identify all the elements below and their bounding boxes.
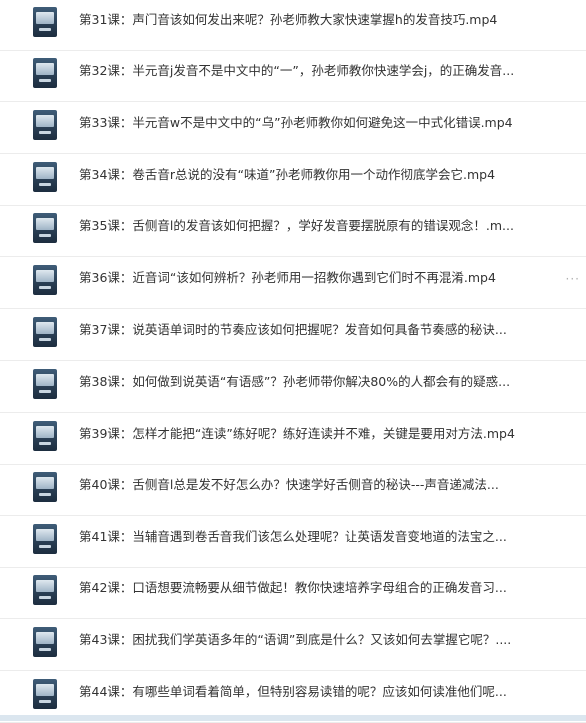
list-item[interactable]: 第34课：卷舌音r总说的没有“味道”孙老师教你用一个动作彻底学会它.mp4: [0, 155, 586, 206]
list-item-title: 第41课：当辅音遇到卷舌音我们该怎么处理呢？让英语发音变地道的法宝之...: [79, 528, 559, 546]
bottom-scroll-edge: [0, 715, 586, 721]
video-thumbnail-icon: [33, 421, 57, 451]
video-thumbnail-icon: [33, 472, 57, 502]
list-item-title: 第36课：近音词“该如何辨析？孙老师用一招教你遇到它们时不再混淆.mp4: [79, 269, 559, 287]
video-thumbnail-icon: [33, 162, 57, 192]
video-thumbnail-icon: [33, 369, 57, 399]
video-thumbnail-icon: [33, 627, 57, 657]
list-item[interactable]: 第38课：如何做到说英语“有语感”？孙老师带你解决80%的人都会有的疑惑...: [0, 362, 586, 413]
list-item[interactable]: 第39课：怎样才能把“连读”练好呢？练好连读并不难，关键是要用对方法.mp4: [0, 414, 586, 465]
list-item-title: 第44课：有哪些单词看着简单，但特别容易读错的呢？应该如何读准他们呢...: [79, 683, 559, 701]
list-item[interactable]: 第40课：舌侧音l总是发不好怎么办？快速学好舌侧音的秘诀---声音递减法...: [0, 465, 586, 516]
video-thumbnail-icon: [33, 317, 57, 347]
list-item[interactable]: 第43课：困扰我们学英语多年的“语调”到底是什么？又该如何去掌握它呢？....: [0, 620, 586, 671]
video-thumbnail-icon: [33, 679, 57, 709]
list-item-title: 第38课：如何做到说英语“有语感”？孙老师带你解决80%的人都会有的疑惑...: [79, 373, 559, 391]
list-item-title: 第33课：半元音w不是中文中的“乌”孙老师教你如何避免这一中式化错误.mp4: [79, 114, 559, 132]
list-item[interactable]: 第36课：近音词“该如何辨析？孙老师用一招教你遇到它们时不再混淆.mp4 ···: [0, 258, 586, 309]
video-thumbnail-icon: [33, 7, 57, 37]
list-item[interactable]: 第42课：口语想要流畅要从细节做起！教你快速培养字母组合的正确发音习...: [0, 568, 586, 619]
list-item-title: 第34课：卷舌音r总说的没有“味道”孙老师教你用一个动作彻底学会它.mp4: [79, 166, 559, 184]
video-thumbnail-icon: [33, 58, 57, 88]
list-item-title: 第43课：困扰我们学英语多年的“语调”到底是什么？又该如何去掌握它呢？....: [79, 631, 559, 649]
list-item-title: 第42课：口语想要流畅要从细节做起！教你快速培养字母组合的正确发音习...: [79, 579, 559, 597]
list-item[interactable]: 第41课：当辅音遇到卷舌音我们该怎么处理呢？让英语发音变地道的法宝之...: [0, 517, 586, 568]
list-item-title: 第31课：声门音该如何发出来呢？孙老师教大家快速掌握h的发音技巧.mp4: [79, 11, 559, 29]
video-file-list: 第31课：声门音该如何发出来呢？孙老师教大家快速掌握h的发音技巧.mp4 第32课…: [0, 0, 586, 721]
more-options-icon[interactable]: ···: [566, 272, 580, 286]
video-thumbnail-icon: [33, 110, 57, 140]
video-thumbnail-icon: [33, 213, 57, 243]
list-item-title: 第37课：说英语单词时的节奏应该如何把握呢？发音如何具备节奏感的秘诀...: [79, 321, 559, 339]
list-item-title: 第40课：舌侧音l总是发不好怎么办？快速学好舌侧音的秘诀---声音递减法...: [79, 476, 559, 494]
list-item[interactable]: 第37课：说英语单词时的节奏应该如何把握呢？发音如何具备节奏感的秘诀...: [0, 310, 586, 361]
video-thumbnail-icon: [33, 524, 57, 554]
list-item[interactable]: 第32课：半元音j发音不是中文中的“一”，孙老师教你快速学会j，的正确发音...: [0, 51, 586, 102]
video-thumbnail-icon: [33, 265, 57, 295]
list-item[interactable]: 第35课：舌侧音l的发音该如何把握？，学好发音要摆脱原有的错误观念！.m...: [0, 206, 586, 257]
list-item-title: 第32课：半元音j发音不是中文中的“一”，孙老师教你快速学会j，的正确发音...: [79, 62, 559, 80]
list-item[interactable]: 第33课：半元音w不是中文中的“乌”孙老师教你如何避免这一中式化错误.mp4: [0, 103, 586, 154]
list-item-title: 第35课：舌侧音l的发音该如何把握？，学好发音要摆脱原有的错误观念！.m...: [79, 217, 559, 235]
list-item[interactable]: 第31课：声门音该如何发出来呢？孙老师教大家快速掌握h的发音技巧.mp4: [0, 0, 586, 51]
list-item-title: 第39课：怎样才能把“连读”练好呢？练好连读并不难，关键是要用对方法.mp4: [79, 425, 559, 443]
video-thumbnail-icon: [33, 575, 57, 605]
